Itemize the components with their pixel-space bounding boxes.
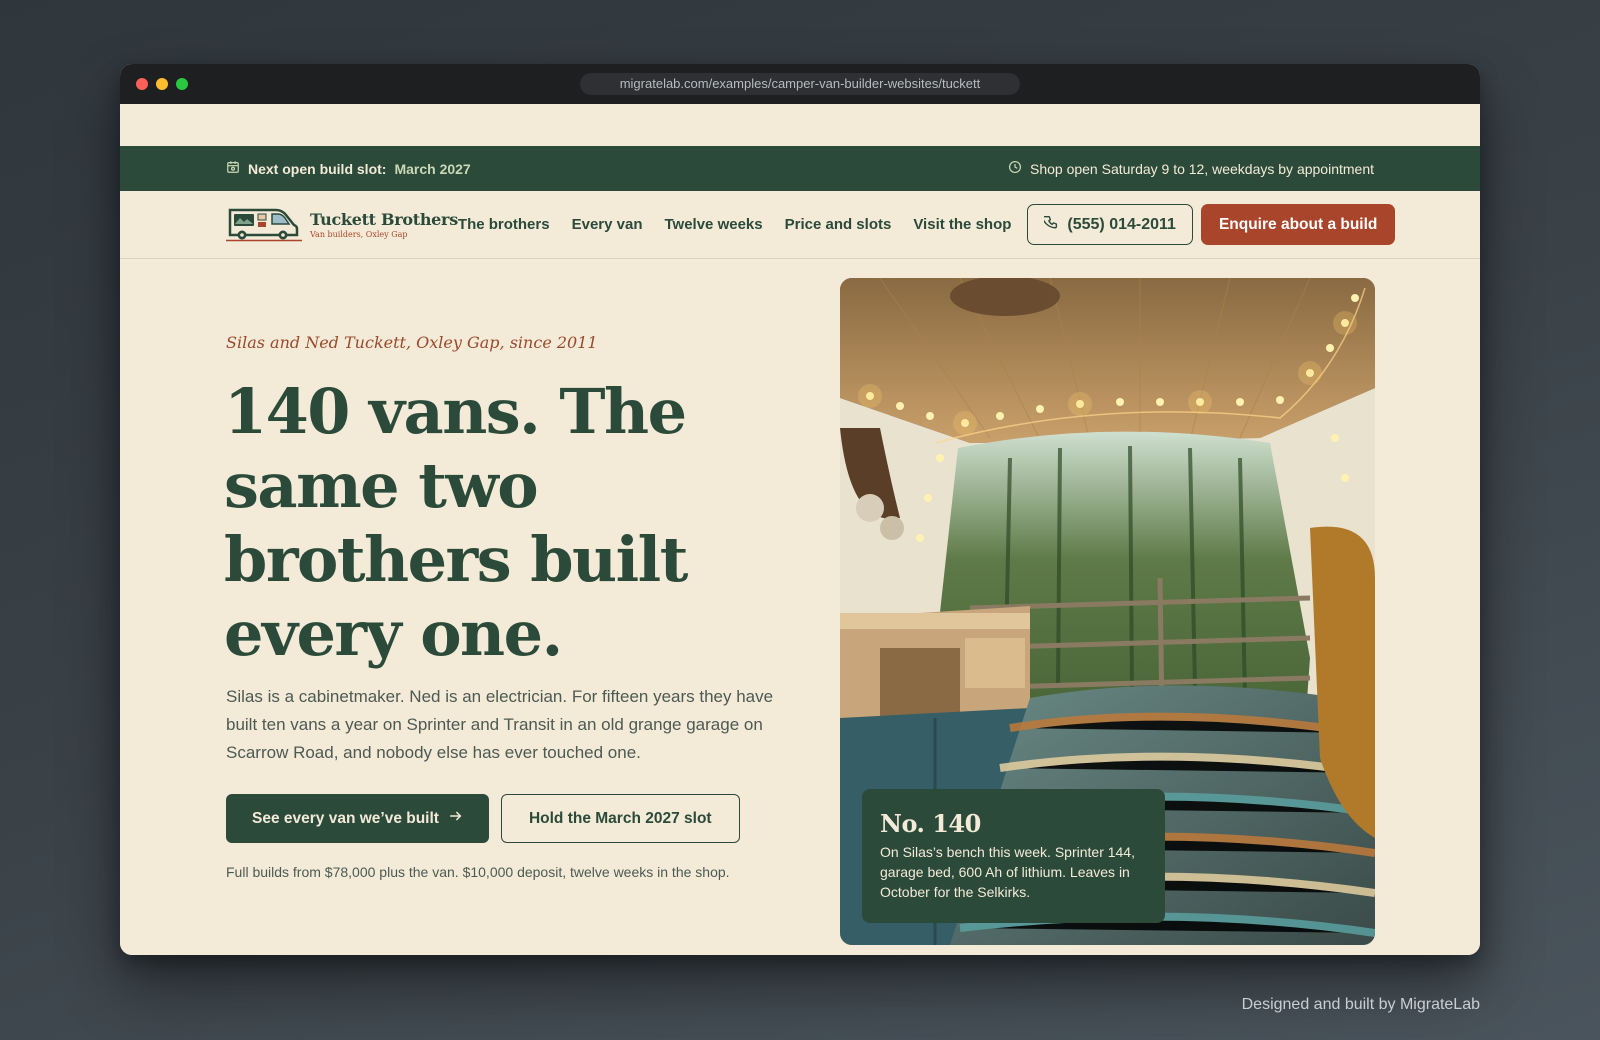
- see-every-van-label: See every van we’ve built: [252, 809, 439, 827]
- designer-credit: Designed and built by MigrateLab: [1241, 996, 1480, 1013]
- window-controls: [136, 78, 188, 90]
- nav-link-every-van[interactable]: Every van: [572, 216, 643, 233]
- hold-slot-button[interactable]: Hold the March 2027 slot: [500, 794, 740, 843]
- enquire-button[interactable]: Enquire about a build: [1200, 204, 1396, 245]
- arrow-right-icon: [449, 809, 463, 828]
- build-slot-notice: Next open build slot: March 2027: [226, 160, 471, 177]
- browser-window: migratelab.com/examples/camper-van-build…: [120, 64, 1480, 955]
- see-every-van-button[interactable]: See every van we’ve built: [226, 794, 489, 843]
- calendar-icon: [226, 160, 240, 177]
- phone-number: (555) 014-2011: [1067, 215, 1176, 233]
- phone-button[interactable]: (555) 014-2011: [1027, 204, 1193, 245]
- shop-hours: Shop open Saturday 9 to 12, weekdays by …: [1029, 160, 1374, 177]
- van-interior-photo: No. 140 On Silas’s bench this week. Spri…: [840, 278, 1375, 945]
- brand-name: Tuckett Brothers: [310, 210, 458, 229]
- close-window-button[interactable]: [136, 78, 148, 90]
- browser-titlebar: migratelab.com/examples/camper-van-build…: [120, 64, 1480, 104]
- hero-cta-row: See every van we’ve built Hold the March…: [226, 794, 740, 843]
- page: Next open build slot: March 2027 Shop op…: [120, 104, 1480, 955]
- minimize-window-button[interactable]: [156, 78, 168, 90]
- main-navigation: Tuckett Brothers Van builders, Oxley Gap…: [120, 191, 1480, 259]
- clock-icon: [1008, 160, 1022, 177]
- brand-tagline: Van builders, Oxley Gap: [310, 230, 408, 239]
- shop-hours-notice: Shop open Saturday 9 to 12, weekdays by …: [1008, 160, 1374, 177]
- maximize-window-button[interactable]: [176, 78, 188, 90]
- build-number: No. 140: [880, 809, 981, 838]
- nav-link-the-brothers[interactable]: The brothers: [458, 216, 550, 233]
- van-logo-icon: [226, 202, 302, 247]
- brand-text: Tuckett Brothers Van builders, Oxley Gap: [310, 210, 458, 239]
- hero-headline: 140 vans. The same two brothers built ev…: [224, 375, 688, 670]
- brand-logo[interactable]: Tuckett Brothers Van builders, Oxley Gap: [226, 202, 458, 247]
- nav-menu: The brothers Every van Twelve weeks Pric…: [458, 216, 1012, 233]
- address-bar[interactable]: migratelab.com/examples/camper-van-build…: [580, 73, 1020, 95]
- slot-label: Next open build slot:: [248, 160, 387, 177]
- hero-section: Silas and Ned Tuckett, Oxley Gap, since …: [120, 259, 1480, 954]
- build-caption-card: No. 140 On Silas’s bench this week. Spri…: [862, 789, 1165, 923]
- top-spacer: [120, 104, 1480, 146]
- build-description: On Silas’s bench this week. Sprinter 144…: [880, 844, 1135, 900]
- nav-link-visit-the-shop[interactable]: Visit the shop: [913, 216, 1011, 233]
- hero-eyebrow: Silas and Ned Tuckett, Oxley Gap, since …: [226, 333, 598, 352]
- announcement-bar: Next open build slot: March 2027 Shop op…: [120, 146, 1480, 191]
- slot-date: March 2027: [394, 160, 471, 177]
- phone-icon: [1042, 215, 1059, 235]
- hero-lede: Silas is a cabinetmaker. Ned is an elect…: [226, 687, 774, 762]
- nav-link-price-and-slots[interactable]: Price and slots: [785, 216, 892, 233]
- nav-link-twelve-weeks[interactable]: Twelve weeks: [664, 216, 762, 233]
- pricing-fineprint: Full builds from $78,000 plus the van. $…: [226, 864, 730, 880]
